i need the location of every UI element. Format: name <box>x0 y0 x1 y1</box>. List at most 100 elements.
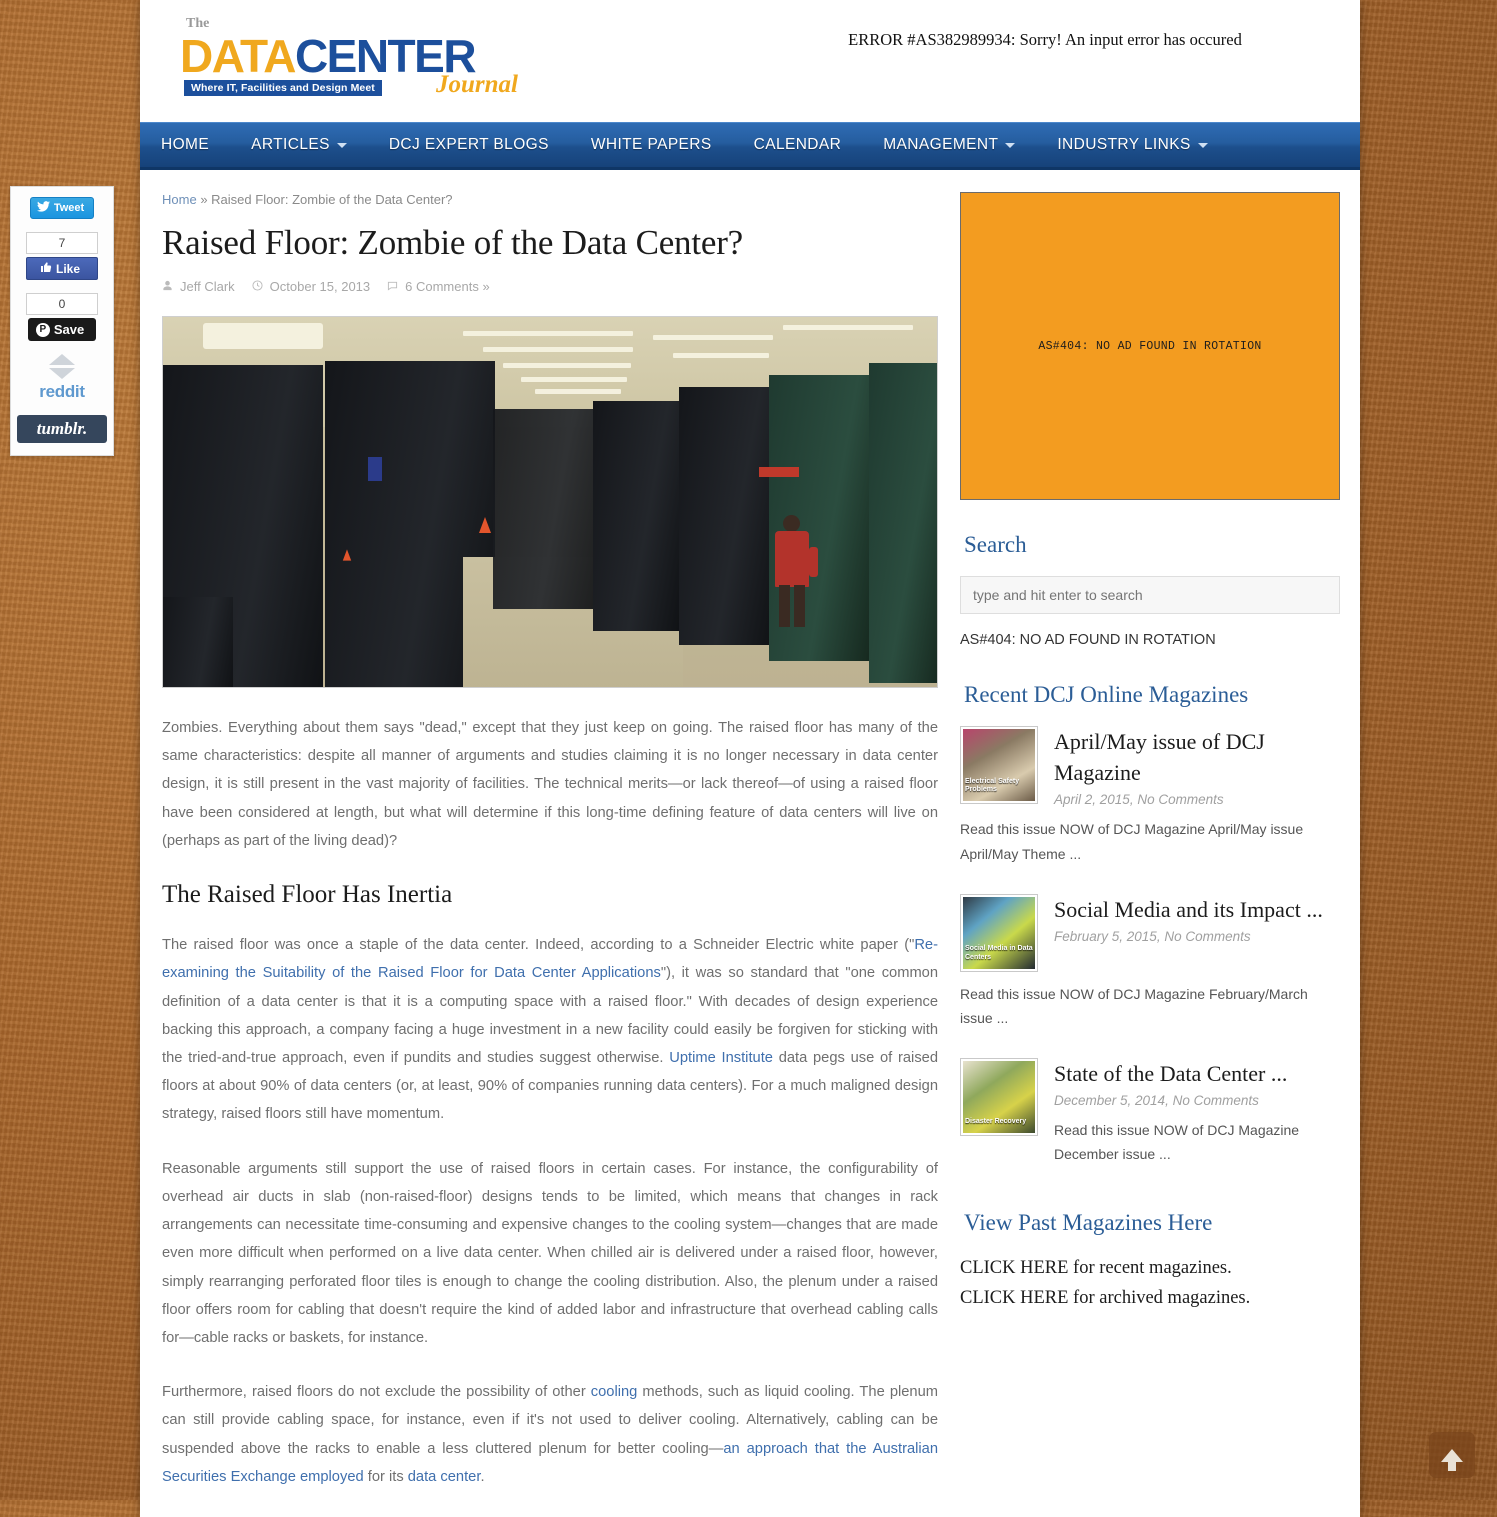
magazine-comments: No Comments <box>1137 792 1224 808</box>
site-header: The DATACENTER Where IT, Facilities and … <box>140 0 1360 122</box>
search-heading: Search <box>964 532 1027 557</box>
person-arm <box>809 547 818 577</box>
magazine-text-block: State of the Data Center ... December 5,… <box>1054 1058 1340 1166</box>
magazine-thumbnail[interactable]: Disaster Recovery <box>960 1057 1038 1136</box>
logo-data-text: DATA <box>180 30 296 82</box>
nav-item-home[interactable]: HOME <box>140 123 230 167</box>
article-column: Home » Raised Floor: Zombie of the Data … <box>162 192 938 1517</box>
arrow-up-icon <box>1441 1448 1463 1471</box>
magazine-cover-label: Electrical Safety Problems <box>965 777 1020 794</box>
breadcrumb-home-link[interactable]: Home <box>162 192 197 207</box>
reddit-button[interactable]: reddit <box>17 382 107 402</box>
data-center-link[interactable]: data center <box>408 1469 481 1485</box>
magazine-meta: February 5, 2015, No Comments <box>1054 929 1323 944</box>
logo-wordmark: DATACENTER <box>180 29 477 83</box>
breadcrumb-current: Raised Floor: Zombie of the Data Center? <box>211 192 453 207</box>
nav-item-articles[interactable]: ARTICLES <box>230 123 368 167</box>
magazine-thumbnail[interactable]: Social Media in Data Centers <box>960 893 1038 972</box>
nav-item-industry-links[interactable]: INDUSTRY LINKS <box>1036 123 1228 167</box>
ceiling-light <box>503 363 631 368</box>
paragraph-4-text-c: for its <box>363 1468 408 1485</box>
person-leg <box>794 585 805 627</box>
ceiling-light <box>673 353 769 358</box>
paragraph-4-text-a: Furthermore, raised floors do not exclud… <box>162 1384 591 1401</box>
facebook-like-label: Like <box>55 261 80 276</box>
content-area: Home » Raised Floor: Zombie of the Data … <box>140 170 1360 1517</box>
rack-indicator-lights <box>368 457 382 481</box>
list-item[interactable]: Electrical Safety Problems April/May iss… <box>960 726 1340 807</box>
search-input[interactable] <box>960 576 1340 614</box>
magazine-cover-image: Social Media in Data Centers <box>963 896 1035 969</box>
uptime-institute-link[interactable]: Uptime Institute <box>669 1050 773 1066</box>
facebook-share-block: 7 Like <box>17 232 107 280</box>
person-leg <box>779 585 790 627</box>
scroll-to-top-button[interactable] <box>1429 1432 1475 1478</box>
magazine-title[interactable]: Social Media and its Impact ... <box>1054 894 1323 925</box>
magazine-text-block: April/May issue of DCJ Magazine April 2,… <box>1054 726 1340 807</box>
ceiling-light <box>535 389 621 394</box>
tweet-button[interactable]: Tweet <box>29 197 95 219</box>
magazine-comments: No Comments <box>1164 928 1251 944</box>
nav-item-white-papers[interactable]: WHITE PAPERS <box>570 123 733 167</box>
nav-label-industry-links: INDUSTRY LINKS <box>1057 136 1191 153</box>
nav-item-calendar[interactable]: CALENDAR <box>733 123 863 167</box>
clock-icon <box>252 279 263 294</box>
tweet-button-label: Tweet <box>53 202 85 214</box>
article-featured-image <box>162 316 938 688</box>
magazine-title[interactable]: April/May issue of DCJ Magazine <box>1054 726 1340 788</box>
ceiling-light <box>463 331 633 336</box>
nav-item-dcj-expert-blogs[interactable]: DCJ EXPERT BLOGS <box>368 123 570 167</box>
tumblr-button[interactable]: tumblr. <box>17 415 107 443</box>
article-comments-link[interactable]: 6 Comments » <box>405 279 490 294</box>
article-author[interactable]: Jeff Clark <box>180 279 235 294</box>
person-head <box>783 515 800 532</box>
facebook-like-count: 7 <box>26 232 98 254</box>
cooling-link[interactable]: cooling <box>591 1384 638 1400</box>
pinterest-save-label: Save <box>53 322 85 337</box>
magazine-cover-label: Social Media in Data Centers <box>965 945 1033 961</box>
user-icon <box>162 280 173 294</box>
breadcrumb: Home » Raised Floor: Zombie of the Data … <box>162 192 938 207</box>
safety-cone-icon <box>479 517 491 533</box>
advertisement-placeholder[interactable]: AS#404: NO AD FOUND IN ROTATION <box>960 192 1340 500</box>
facebook-like-button[interactable]: Like <box>26 257 98 280</box>
list-item[interactable]: Social Media in Data Centers Social Medi… <box>960 893 1340 972</box>
downvote-arrow-icon[interactable] <box>49 368 75 379</box>
article-date: October 15, 2013 <box>269 279 371 294</box>
server-rack <box>593 401 679 631</box>
pinterest-share-block: 0 P Save <box>17 293 107 341</box>
list-item[interactable]: Disaster Recovery State of the Data Cent… <box>960 1057 1340 1166</box>
reddit-share-block: reddit <box>17 354 107 402</box>
site-logo[interactable]: The DATACENTER Where IT, Facilities and … <box>160 16 558 104</box>
magazine-thumbnail[interactable]: Electrical Safety Problems <box>960 726 1038 804</box>
magazine-excerpt: Read this issue NOW of DCJ Magazine Febr… <box>960 985 1308 1026</box>
magazine-text-block: Social Media and its Impact ... February… <box>1054 894 1323 972</box>
logo-tagline: Where IT, Facilities and Design Meet <box>184 80 382 96</box>
ceiling-light <box>483 347 633 352</box>
breadcrumb-separator: » <box>200 192 208 207</box>
pinterest-save-count: 0 <box>26 293 98 315</box>
article-section-heading: The Raised Floor Has Inertia <box>162 881 453 909</box>
pinterest-icon: P <box>35 322 50 337</box>
nav-label-management: MANAGEMENT <box>883 136 999 153</box>
article-paragraph-3: Reasonable arguments still support the u… <box>162 1160 938 1346</box>
ad-placeholder-text: AS#404: NO AD FOUND IN ROTATION <box>1038 339 1262 353</box>
ceiling-light <box>521 377 627 382</box>
magazine-meta: April 2, 2015, No Comments <box>1054 792 1340 807</box>
pinterest-save-button[interactable]: P Save <box>27 318 97 341</box>
magazine-cover-image: Disaster Recovery <box>963 1060 1035 1133</box>
recent-magazines-heading: Recent DCJ Online Magazines <box>964 682 1249 707</box>
safety-cone-icon <box>342 549 352 561</box>
archived-magazines-link[interactable]: CLICK HERE for archived magazines. <box>960 1284 1340 1314</box>
upvote-arrow-icon[interactable] <box>49 354 75 365</box>
chevron-down-icon <box>336 142 347 148</box>
nav-item-management[interactable]: MANAGEMENT <box>862 123 1036 167</box>
nav-label-dcj-expert-blogs: DCJ EXPERT BLOGS <box>388 136 549 153</box>
magazine-title[interactable]: State of the Data Center ... <box>1054 1058 1340 1089</box>
thumbs-up-icon <box>40 261 52 276</box>
nav-label-calendar: CALENDAR <box>753 136 842 153</box>
magazine-date: February 5, 2015 <box>1054 928 1157 944</box>
recent-magazines-link[interactable]: CLICK HERE for recent magazines. <box>960 1254 1340 1284</box>
article-paragraph-4: Furthermore, raised floors do not exclud… <box>162 1378 938 1491</box>
error-banner: ERROR #AS382989934: Sorry! An input erro… <box>848 30 1242 49</box>
